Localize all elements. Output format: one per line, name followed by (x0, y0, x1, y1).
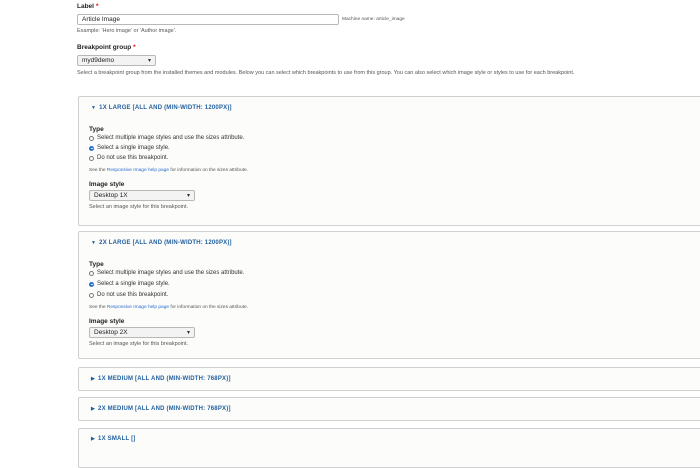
breakpoint-panel-2x-large: ▼ 2X LARGE [ALL AND (MIN-WIDTH: 1200PX)] … (78, 231, 700, 359)
breakpoint-summary-2x-large[interactable]: ▼ 2X LARGE [ALL AND (MIN-WIDTH: 1200PX)] (91, 240, 232, 246)
sizes-help-text: See the Responsive Image help page for i… (89, 168, 248, 173)
type-label: Type (89, 126, 104, 133)
radio-single-style[interactable]: Select a single image style. (89, 145, 170, 151)
chevron-down-icon: ▾ (186, 330, 190, 336)
triangle-right-icon: ▶ (91, 436, 96, 442)
radio-multiple-styles[interactable]: Select multiple image styles and use the… (89, 270, 244, 276)
radio-do-not-use[interactable]: Do not use this breakpoint. (89, 155, 168, 161)
radio-circle (89, 155, 94, 161)
triangle-down-icon: ▼ (91, 105, 97, 111)
required-mark: * (133, 44, 136, 51)
breakpoint-group-label: Breakpoint group * (77, 44, 136, 51)
breakpoint-panel-1x-medium: ▶ 1X MEDIUM [ALL AND (MIN-WIDTH: 768PX)] (78, 367, 700, 391)
image-style-label: Image style (89, 181, 125, 188)
radio-circle (89, 292, 94, 298)
chevron-down-icon: ▾ (147, 58, 151, 64)
breakpoint-summary-1x-medium[interactable]: ▶ 1X MEDIUM [ALL AND (MIN-WIDTH: 768PX)] (91, 376, 231, 382)
radio-circle-checked (89, 281, 94, 287)
breakpoint-group-select[interactable]: myd9demo ▾ (77, 55, 156, 66)
breakpoint-panel-2x-medium: ▶ 2X MEDIUM [ALL AND (MIN-WIDTH: 768PX)] (78, 397, 700, 421)
label-field-label: Label * (77, 3, 99, 10)
breakpoint-summary-2x-medium[interactable]: ▶ 2X MEDIUM [ALL AND (MIN-WIDTH: 768PX)] (91, 406, 231, 412)
radio-single-style[interactable]: Select a single image style. (89, 281, 170, 287)
required-mark: * (95, 3, 99, 10)
radio-circle-checked (89, 145, 94, 151)
triangle-right-icon: ▶ (91, 376, 96, 382)
image-style-select-1x-large[interactable]: Desktop 1X ▾ (89, 190, 195, 201)
breakpoint-summary-1x-large[interactable]: ▼ 1X LARGE [ALL AND (MIN-WIDTH: 1200PX)] (91, 105, 232, 111)
image-style-description: Select an image style for this breakpoin… (89, 204, 189, 210)
triangle-down-icon: ▼ (91, 240, 97, 246)
radio-circle (89, 135, 94, 141)
image-style-description: Select an image style for this breakpoin… (89, 341, 189, 347)
breakpoint-panel-1x-small: ▶ 1X SMALL [] (78, 428, 700, 468)
responsive-image-help-link[interactable]: Responsive Image help page (107, 305, 169, 310)
chevron-down-icon: ▾ (186, 193, 190, 199)
sizes-help-text: See the Responsive Image help page for i… (89, 305, 248, 310)
breakpoint-group-description: Select a breakpoint group from the insta… (77, 70, 575, 76)
responsive-image-help-link[interactable]: Responsive Image help page (107, 168, 169, 173)
image-style-select-2x-large[interactable]: Desktop 2X ▾ (89, 327, 195, 338)
radio-do-not-use[interactable]: Do not use this breakpoint. (89, 292, 168, 298)
triangle-right-icon: ▶ (91, 406, 96, 412)
breakpoint-summary-1x-small[interactable]: ▶ 1X SMALL [] (91, 436, 135, 442)
radio-multiple-styles[interactable]: Select multiple image styles and use the… (89, 135, 244, 141)
label-description: Example: 'Hero image' or 'Author image'. (77, 28, 177, 34)
image-style-label: Image style (89, 318, 125, 325)
machine-name: Machine name: article_image (342, 17, 405, 22)
radio-circle (89, 270, 94, 276)
type-label: Type (89, 261, 104, 268)
breakpoint-panel-1x-large: ▼ 1X LARGE [ALL AND (MIN-WIDTH: 1200PX)] … (78, 96, 700, 226)
label-input[interactable] (77, 14, 339, 25)
